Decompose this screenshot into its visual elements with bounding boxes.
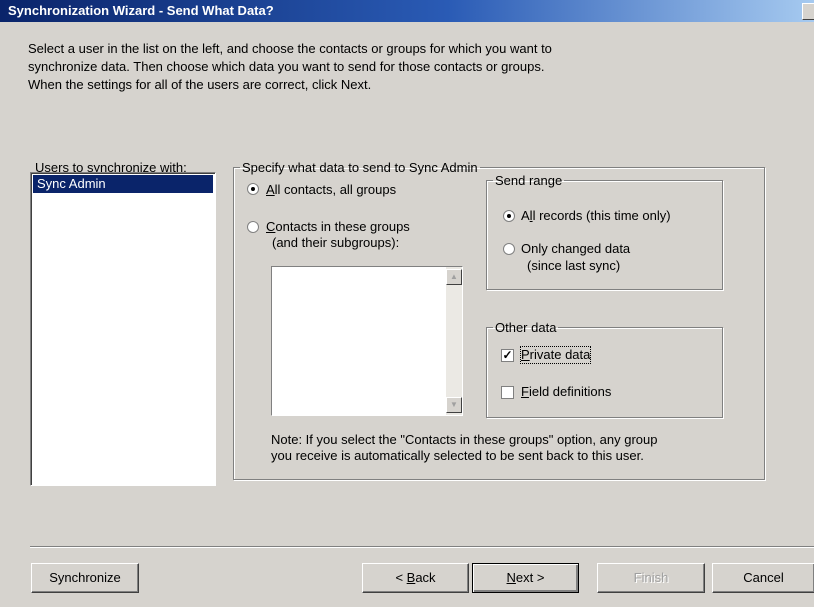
field-definitions-label[interactable]: Field definitions bbox=[521, 384, 611, 400]
contacts-in-groups-radio[interactable] bbox=[247, 221, 259, 233]
all-contacts-radio[interactable] bbox=[247, 183, 259, 195]
other-data-group: Other data bbox=[486, 320, 723, 418]
field-definitions-checkbox[interactable] bbox=[501, 386, 514, 399]
specify-data-legend: Specify what data to send to Sync Admin bbox=[242, 160, 478, 175]
button-separator bbox=[30, 546, 814, 548]
finish-button[interactable]: Finish bbox=[597, 563, 705, 593]
groups-note: Note: If you select the "Contacts in the… bbox=[271, 432, 658, 463]
contacts-in-groups-sublabel: (and their subgroups): bbox=[272, 235, 400, 250]
all-records-radio[interactable] bbox=[503, 210, 515, 222]
all-contacts-label[interactable]: All contacts, all groups bbox=[266, 182, 396, 198]
scroll-up-arrow-icon[interactable]: ▲ bbox=[446, 269, 462, 285]
contacts-in-groups-label[interactable]: Contacts in these groups bbox=[266, 219, 410, 235]
cancel-button[interactable]: Cancel bbox=[712, 563, 814, 593]
all-records-label[interactable]: All records (this time only) bbox=[521, 208, 671, 224]
window-control-button[interactable] bbox=[802, 3, 814, 20]
send-range-legend: Send range bbox=[495, 173, 563, 188]
groups-list[interactable]: ▲ ▼ bbox=[271, 266, 463, 416]
only-changed-sublabel: (since last sync) bbox=[527, 258, 621, 273]
private-data-checkbox[interactable]: ✓ bbox=[501, 349, 514, 362]
only-changed-label[interactable]: Only changed data bbox=[521, 241, 630, 257]
synchronize-button[interactable]: Synchronize bbox=[31, 563, 139, 593]
private-data-label[interactable]: Private data bbox=[519, 346, 592, 364]
users-list[interactable]: Sync Admin bbox=[30, 172, 216, 486]
list-item-sync-admin[interactable]: Sync Admin bbox=[33, 175, 213, 193]
title-bar: Synchronization Wizard - Send What Data? bbox=[0, 0, 814, 22]
back-button[interactable]: < Back bbox=[362, 563, 469, 593]
next-button[interactable]: Next > bbox=[472, 563, 579, 593]
window-title: Synchronization Wizard - Send What Data? bbox=[8, 3, 274, 18]
groups-scrollbar[interactable]: ▲ ▼ bbox=[446, 267, 462, 415]
intro-instructions: Select a user in the list on the left, a… bbox=[28, 41, 552, 92]
other-data-legend: Other data bbox=[495, 320, 557, 335]
scroll-down-arrow-icon[interactable]: ▼ bbox=[446, 397, 462, 413]
only-changed-radio[interactable] bbox=[503, 243, 515, 255]
